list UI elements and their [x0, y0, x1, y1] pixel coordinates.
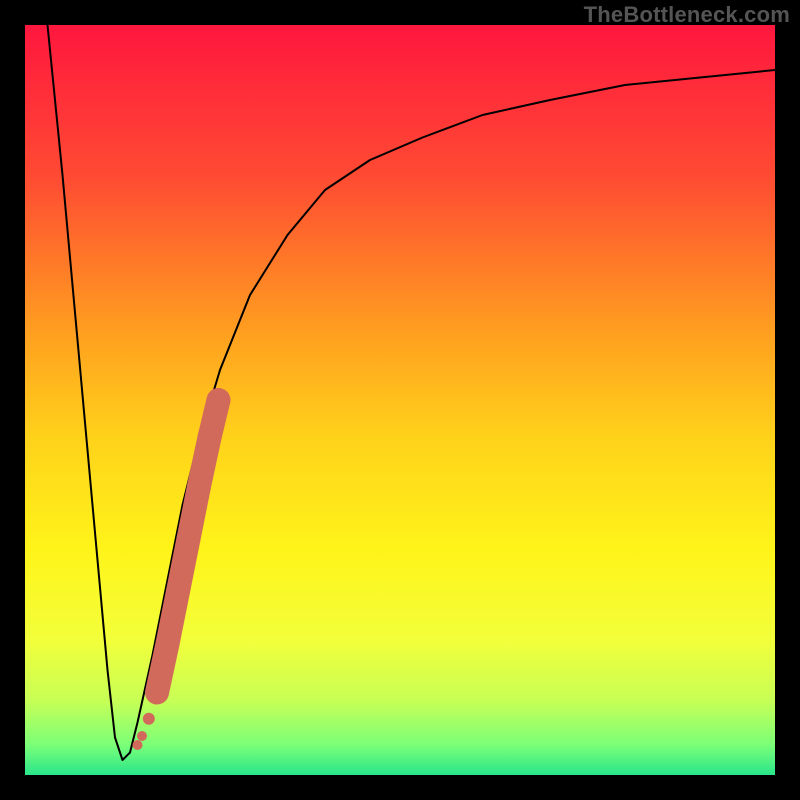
highlight-dot: [156, 632, 180, 656]
highlight-dot: [166, 579, 190, 603]
highlight-dot: [198, 426, 222, 450]
chart-stage: TheBottleneck.com: [0, 0, 800, 800]
highlight-dot: [137, 731, 147, 741]
highlight-dot: [209, 390, 229, 410]
highlight-dot: [177, 527, 201, 551]
highlight-dot: [143, 713, 155, 725]
plot-background: [25, 25, 775, 775]
highlight-dot: [149, 685, 165, 701]
highlight-dot: [187, 474, 211, 498]
watermark-text: TheBottleneck.com: [584, 2, 790, 28]
bottleneck-chart: [25, 25, 775, 775]
highlight-dot: [133, 740, 143, 750]
